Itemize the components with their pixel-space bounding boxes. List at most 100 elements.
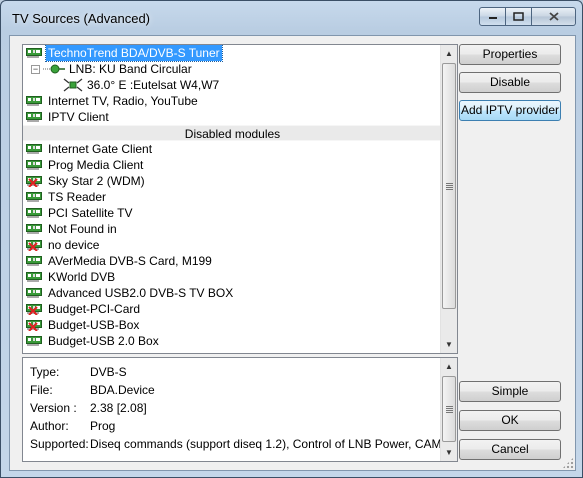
disabled-module-label: Internet Gate Client	[48, 142, 153, 156]
source-item[interactable]: Internet TV, Radio, YouTube	[23, 93, 442, 109]
close-icon	[548, 12, 559, 21]
maximize-button[interactable]	[506, 7, 532, 26]
scroll-down-arrow-icon[interactable]: ▼	[441, 336, 457, 353]
info-row: Version : 2.38 [2.08]	[30, 400, 445, 416]
disabled-module-item[interactable]: Advanced USB2.0 DVB-S TV BOX	[23, 285, 442, 301]
close-button[interactable]	[532, 7, 576, 26]
disabled-module-label: Prog Media Client	[48, 158, 144, 172]
disabled-module-label: Budget-USB 2.0 Box	[48, 334, 159, 348]
source-label: 36.0° E :Eutelsat W4,W7	[87, 78, 220, 92]
scroll-down-arrow-icon[interactable]: ▼	[441, 444, 457, 461]
info-value: Diseq commands (support diseq 1.2), Cont…	[90, 437, 458, 451]
tuner-card-icon	[26, 143, 42, 155]
missing-device-icon	[26, 239, 42, 252]
maximize-icon	[513, 12, 524, 21]
tuner-card-icon	[26, 47, 42, 59]
sources-list-items: TechnoTrend BDA/DVB-S Tuner − LNB: KU Band…	[23, 45, 442, 353]
info-scrollbar[interactable]: ▲ ▼	[440, 358, 457, 461]
lnb-icon	[43, 63, 65, 75]
disabled-module-item[interactable]: AVerMedia DVB-S Card, M199	[23, 253, 442, 269]
tv-sources-window: TV Sources (Advanced) TechnoTrend BDA/DV…	[0, 0, 583, 478]
tuner-card-icon	[26, 335, 42, 347]
resize-grip-icon[interactable]	[562, 457, 574, 469]
scroll-up-arrow-icon[interactable]: ▲	[441, 358, 457, 375]
source-item[interactable]: IPTV Client	[23, 109, 442, 125]
disabled-module-label: Advanced USB2.0 DVB-S TV BOX	[48, 286, 234, 300]
disabled-module-label: PCI Satellite TV	[48, 206, 133, 220]
title-bar[interactable]: TV Sources (Advanced)	[1, 1, 582, 35]
source-label: IPTV Client	[48, 110, 109, 124]
ok-button[interactable]: OK	[459, 410, 561, 431]
minimize-button[interactable]	[479, 7, 506, 26]
sources-list[interactable]: TechnoTrend BDA/DVB-S Tuner − LNB: KU Band…	[22, 44, 458, 354]
scroll-thumb[interactable]	[442, 376, 456, 442]
info-label: Version :	[30, 401, 77, 415]
info-label: Author:	[30, 419, 69, 433]
source-label: LNB: KU Band Circular	[69, 62, 192, 76]
source-label: TechnoTrend BDA/DVB-S Tuner	[45, 45, 223, 62]
disabled-modules-label: Disabled modules	[184, 127, 281, 141]
collapse-icon[interactable]: −	[31, 65, 40, 74]
tuner-card-icon	[26, 191, 42, 203]
disabled-module-label: TS Reader	[48, 190, 107, 204]
add-iptv-provider-button[interactable]: Add IPTV provider	[459, 100, 561, 121]
disabled-module-item[interactable]: Prog Media Client	[23, 157, 442, 173]
missing-device-icon	[26, 303, 42, 316]
window-title: TV Sources (Advanced)	[12, 11, 151, 26]
disabled-module-item[interactable]: Budget-USB-Box	[23, 317, 442, 333]
disabled-module-item[interactable]: Budget-USB 2.0 Box	[23, 333, 442, 349]
missing-device-icon	[26, 175, 42, 188]
tuner-card-icon	[26, 223, 42, 235]
source-label: Internet TV, Radio, YouTube	[48, 94, 198, 108]
info-value: 2.38 [2.08]	[90, 401, 147, 415]
disable-button[interactable]: Disable	[459, 72, 561, 93]
info-label: File:	[30, 383, 53, 397]
info-value: DVB-S	[90, 365, 127, 379]
module-info-panel: Type: DVB-S File: BDA.Device Version : 2.38 […	[22, 357, 458, 462]
disabled-module-item[interactable]: Budget-PCI-Card	[23, 301, 442, 317]
info-label: Type:	[30, 365, 60, 379]
missing-device-icon	[26, 319, 42, 332]
info-label: Supported:	[30, 437, 89, 451]
disabled-modules-header: Disabled modules	[23, 125, 442, 141]
tuner-card-icon	[26, 255, 42, 267]
disabled-module-item[interactable]: PCI Satellite TV	[23, 205, 442, 221]
disabled-module-item[interactable]: KWorld DVB	[23, 269, 442, 285]
satellite-icon	[63, 78, 83, 92]
dialog-client-area: TechnoTrend BDA/DVB-S Tuner − LNB: KU Band…	[9, 35, 576, 471]
sources-list-scrollbar[interactable]: ▲ ▼	[440, 45, 457, 353]
tuner-card-icon	[26, 287, 42, 299]
disabled-module-item[interactable]: TS Reader	[23, 189, 442, 205]
tuner-card-icon	[26, 95, 42, 107]
disabled-module-label: Budget-USB-Box	[48, 318, 140, 332]
scroll-thumb[interactable]	[442, 63, 456, 309]
properties-button[interactable]: Properties	[459, 44, 561, 65]
disabled-module-label: KWorld DVB	[48, 270, 116, 284]
info-value: BDA.Device	[90, 383, 155, 397]
source-item[interactable]: − LNB: KU Band Circular	[23, 61, 442, 77]
info-row: File: BDA.Device	[30, 382, 445, 398]
disabled-module-label: no device	[48, 238, 100, 252]
disabled-module-item[interactable]: Not Found in	[23, 221, 442, 237]
disabled-module-label: Sky Star 2 (WDM)	[48, 174, 145, 188]
simple-button[interactable]: Simple	[459, 381, 561, 402]
tuner-card-icon	[26, 207, 42, 219]
info-row: Author: Prog	[30, 418, 445, 434]
disabled-module-item[interactable]: Internet Gate Client	[23, 141, 442, 157]
disabled-module-item[interactable]: Sky Star 2 (WDM)	[23, 173, 442, 189]
disabled-module-label: Budget-PCI-Card	[48, 302, 141, 316]
source-item[interactable]: 36.0° E :Eutelsat W4,W7	[23, 77, 442, 93]
disabled-module-label: Not Found in	[48, 222, 117, 236]
source-item[interactable]: TechnoTrend BDA/DVB-S Tuner	[23, 45, 442, 62]
disabled-module-item[interactable]: no device	[23, 237, 442, 253]
tuner-card-icon	[26, 159, 42, 171]
grip-icon	[445, 405, 453, 413]
tuner-card-icon	[26, 111, 42, 123]
tuner-card-icon	[26, 271, 42, 283]
cancel-button[interactable]: Cancel	[459, 439, 561, 460]
grip-icon	[445, 182, 453, 190]
info-row: Type: DVB-S	[30, 364, 445, 380]
scroll-up-arrow-icon[interactable]: ▲	[441, 45, 457, 62]
info-value: Prog	[90, 419, 116, 433]
disabled-module-label: AVerMedia DVB-S Card, M199	[48, 254, 212, 268]
